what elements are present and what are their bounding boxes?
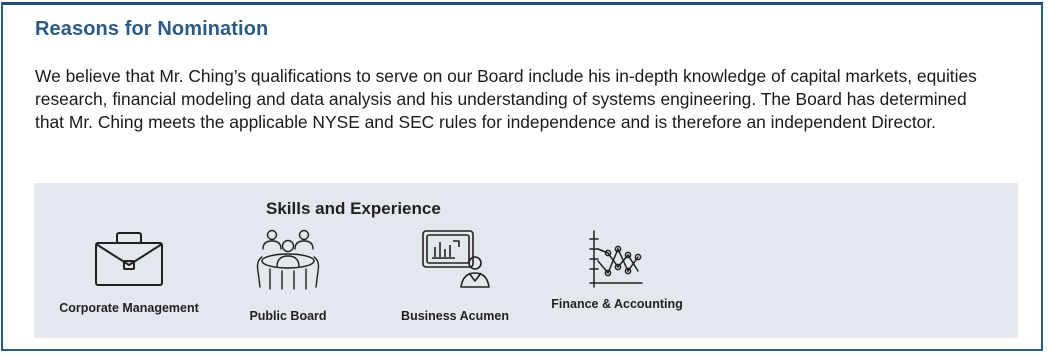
skills-title: Skills and Experience bbox=[266, 199, 441, 218]
skill-label: Finance & Accounting bbox=[551, 297, 683, 311]
nomination-reasons-paragraph: We believe that Mr. Ching’s qualificatio… bbox=[35, 66, 977, 132]
skill-label: Public Board bbox=[249, 309, 327, 323]
briefcase-icon bbox=[95, 232, 163, 286]
section-heading: Reasons for Nomination bbox=[35, 18, 269, 40]
board-meeting-icon bbox=[256, 229, 320, 290]
skill-finance-accounting: Finance & Accounting bbox=[542, 227, 692, 311]
skill-label: Business Acumen bbox=[401, 309, 509, 323]
skill-label: Corporate Management bbox=[59, 301, 199, 315]
presentation-chart-icon bbox=[422, 230, 490, 288]
line-chart-icon bbox=[589, 230, 643, 288]
skills-panel: Skills and Experience Corporate Manageme… bbox=[34, 183, 1018, 338]
nomination-card: Reasons for Nomination We believe that M… bbox=[1, 2, 1043, 351]
skill-public-board: Public Board bbox=[213, 227, 363, 323]
skill-business-acumen: Business Acumen bbox=[380, 227, 530, 323]
skill-corporate-management: Corporate Management bbox=[54, 227, 204, 315]
